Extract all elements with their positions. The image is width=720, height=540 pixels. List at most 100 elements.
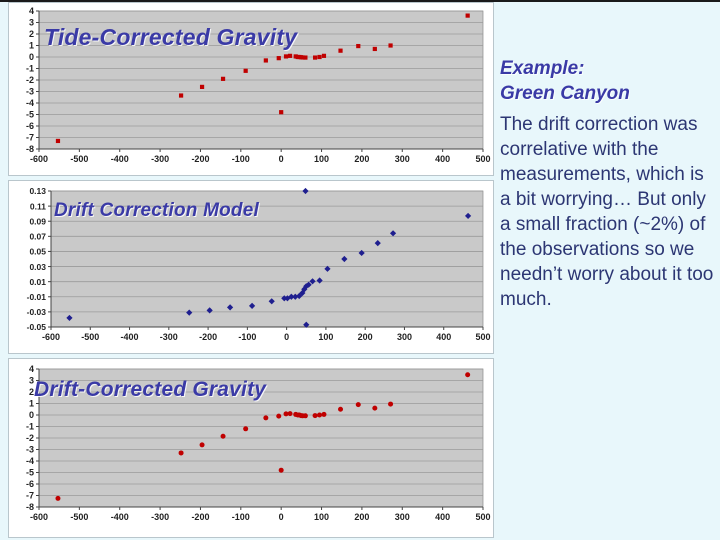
y-tick-label: -0.01 — [27, 292, 47, 302]
chart-title-tide-corrected-gravity: Tide-Corrected Gravity — [44, 24, 298, 50]
x-tick-label: 500 — [475, 332, 490, 342]
section-heading-line-2: Green Canyon — [500, 83, 630, 104]
data-point — [220, 433, 226, 439]
y-tick-label: 1 — [29, 41, 34, 51]
y-tick-label: 0.03 — [29, 262, 46, 272]
data-point — [321, 53, 327, 58]
y-tick-label: -6 — [26, 479, 34, 489]
data-point — [465, 13, 470, 18]
explanation-body: The drift correction was correlative wit… — [500, 114, 714, 310]
y-tick-label: -1 — [26, 422, 34, 432]
y-tick-label: 0.13 — [29, 186, 46, 196]
data-point — [388, 401, 394, 407]
y-tick-label: 4 — [29, 6, 34, 16]
x-tick-label: 0 — [284, 332, 289, 342]
x-tick-label: 300 — [395, 154, 410, 164]
x-tick-label: -300 — [151, 154, 169, 164]
data-point — [303, 55, 308, 60]
data-point — [321, 411, 327, 417]
y-tick-label: 0.01 — [29, 277, 46, 287]
data-point — [199, 442, 205, 448]
data-point — [372, 46, 377, 52]
data-point — [283, 54, 289, 59]
explanation-column: Example: Green Canyon The drift correcti… — [500, 56, 714, 312]
data-point — [388, 43, 393, 48]
x-tick-label: -500 — [70, 154, 88, 164]
y-tick-label: 4 — [29, 364, 34, 374]
chart-title-drift-correction-model: Drift Correction Model — [54, 200, 259, 221]
y-tick-label: -0.05 — [27, 322, 47, 332]
y-tick-label: 0.09 — [29, 216, 46, 226]
x-tick-label: 500 — [475, 154, 490, 164]
x-tick-label: -600 — [30, 512, 48, 522]
data-point — [243, 68, 248, 73]
data-point — [243, 426, 249, 432]
x-tick-label: 200 — [354, 154, 369, 164]
data-point — [263, 58, 268, 63]
x-tick-label: -300 — [151, 512, 169, 522]
x-tick-label: -400 — [111, 154, 129, 164]
data-point — [276, 56, 281, 61]
data-point — [199, 84, 205, 89]
y-tick-label: 0 — [29, 52, 34, 62]
data-point — [287, 411, 293, 417]
x-tick-label: 0 — [279, 154, 284, 164]
x-tick-label: 100 — [314, 512, 329, 522]
x-tick-label: 400 — [435, 154, 450, 164]
y-tick-label: -7 — [26, 133, 34, 143]
x-tick-label: 0 — [279, 512, 284, 522]
y-tick-label: 3 — [29, 18, 34, 28]
y-tick-label: -5 — [26, 110, 34, 120]
data-point — [338, 48, 343, 53]
x-tick-label: -100 — [232, 154, 250, 164]
chart-title-drift-corrected-gravity: Drift-Corrected Gravity — [34, 378, 267, 401]
y-tick-label: 0.11 — [30, 201, 46, 211]
y-tick-label: -6 — [26, 121, 34, 131]
data-point — [372, 405, 378, 411]
data-point — [338, 406, 344, 412]
data-point — [178, 93, 184, 98]
x-tick-label: -100 — [238, 332, 256, 342]
section-heading-line-1: Example: — [500, 58, 585, 79]
y-tick-label: -4 — [26, 456, 34, 466]
y-tick-label: -7 — [26, 491, 34, 501]
data-point — [55, 495, 61, 501]
x-tick-label: 300 — [397, 332, 412, 342]
y-tick-label: -4 — [26, 98, 34, 108]
x-tick-label: 200 — [358, 332, 373, 342]
x-tick-label: 400 — [436, 332, 451, 342]
x-tick-label: 200 — [354, 512, 369, 522]
data-point — [356, 43, 361, 49]
x-tick-label: -100 — [232, 512, 250, 522]
data-point — [317, 54, 322, 60]
data-point — [317, 412, 323, 418]
data-point — [355, 402, 361, 408]
data-point — [278, 467, 284, 473]
x-tick-label: 300 — [395, 512, 410, 522]
y-tick-label: 2 — [29, 29, 34, 39]
section-heading: Example: Green Canyon — [500, 56, 714, 106]
data-point — [312, 55, 318, 60]
data-point — [302, 413, 308, 419]
data-point — [465, 372, 471, 378]
data-point — [263, 415, 269, 421]
y-tick-label: -1 — [26, 64, 34, 74]
y-tick-label: -3 — [26, 87, 34, 97]
y-tick-label: -5 — [26, 468, 34, 478]
x-tick-label: -300 — [160, 332, 178, 342]
x-tick-label: 100 — [314, 154, 329, 164]
x-tick-label: 400 — [435, 512, 450, 522]
data-point — [279, 110, 284, 115]
x-tick-label: -600 — [30, 154, 48, 164]
x-tick-label: -400 — [111, 512, 129, 522]
x-tick-label: -500 — [81, 332, 99, 342]
data-point — [312, 413, 318, 419]
x-tick-label: 100 — [318, 332, 333, 342]
x-tick-label: -400 — [121, 332, 139, 342]
slide-canvas: -8 -7 -6 -5 -4 -3 -2 -1 0 1 2 3 4 -600 -500 -400 -300 -20… — [0, 0, 720, 540]
x-tick-label: -200 — [199, 332, 217, 342]
x-tick-label: 500 — [475, 512, 490, 522]
x-tick-label: -200 — [191, 512, 209, 522]
y-tick-label: 0 — [29, 410, 34, 420]
data-point — [276, 413, 282, 419]
